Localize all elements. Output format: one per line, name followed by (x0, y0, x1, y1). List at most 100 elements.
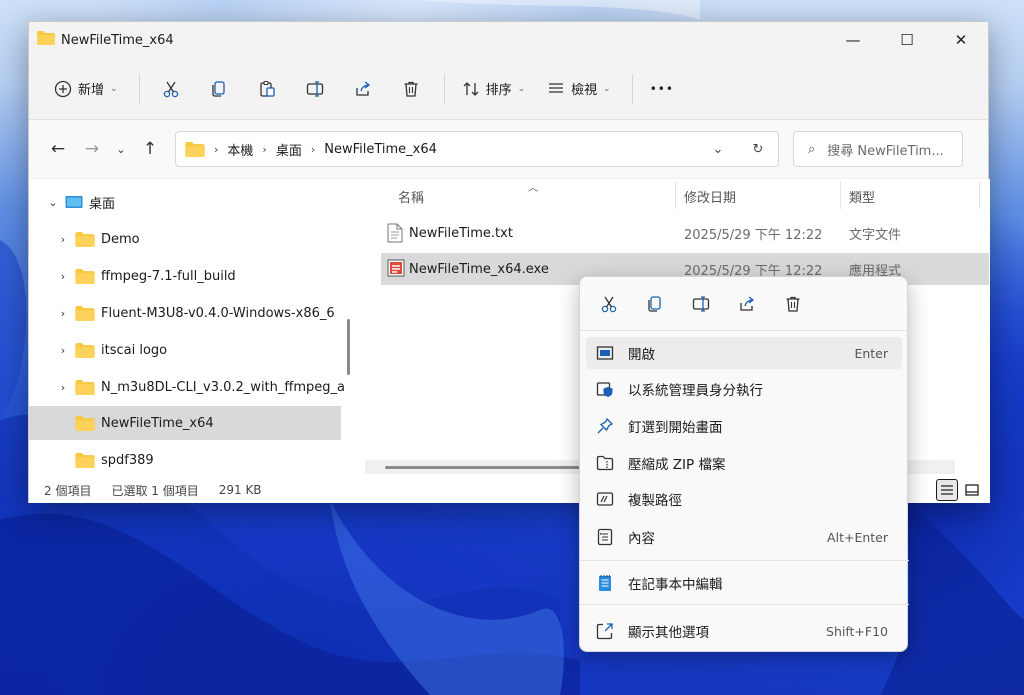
chevron-right-icon: › (60, 232, 66, 246)
menu-item-show-more-options[interactable]: 顯示其他選項 Shift+F10 (586, 615, 902, 647)
breadcrumb-this-pc[interactable]: 本機 (227, 140, 253, 159)
sort-ascending-icon: ︿ (528, 183, 538, 194)
folder-icon (75, 452, 95, 468)
column-label: 名稱 (398, 190, 425, 206)
chevron-down-icon: ⌄ (517, 83, 526, 94)
rename-button[interactable] (292, 72, 338, 106)
tree-item-folder[interactable]: › ffmpeg-7.1-full_build (51, 259, 345, 293)
forward-button[interactable]: → (75, 133, 109, 165)
item-count: 2 個項目 (44, 483, 92, 498)
share-button[interactable] (340, 72, 386, 106)
menu-item-compress-zip[interactable]: 壓縮成 ZIP 檔案 (586, 447, 902, 479)
copy-button[interactable] (196, 72, 242, 106)
chevron-right-icon: › (60, 269, 66, 283)
tree-item-label: ffmpeg-7.1-full_build (101, 268, 236, 284)
column-divider[interactable] (675, 181, 676, 209)
search-icon: ⌕ (808, 141, 816, 157)
title-bar[interactable]: NewFileTime_x64 — ☐ ✕ (29, 22, 988, 58)
view-label: 檢視 (571, 83, 598, 98)
menu-item-label: 複製路徑 (628, 493, 682, 509)
maximize-icon: ☐ (900, 31, 914, 49)
address-history-dropdown[interactable]: ⌄ (698, 142, 738, 157)
tree-item-folder-selected[interactable]: NewFileTime_x64 (29, 406, 341, 440)
navigation-scrollbar[interactable] (347, 319, 350, 375)
sort-button[interactable]: 排序 ⌄ (453, 72, 535, 106)
share-icon (355, 80, 370, 96)
arrow-up-icon: ↑ (142, 139, 158, 159)
minimize-icon: — (845, 31, 861, 49)
menu-item-run-as-admin[interactable]: 以系統管理員身分執行 (586, 373, 902, 405)
chevron-right-icon: › (214, 142, 219, 156)
column-divider[interactable] (979, 181, 980, 209)
tree-item-label: Fluent-M3U8-v0.4.0-Windows-x86_6 (101, 305, 335, 321)
rename-icon (692, 296, 710, 312)
new-button[interactable]: 新增 ⌄ (45, 72, 127, 106)
menu-item-label: 壓縮成 ZIP 檔案 (628, 457, 726, 473)
menu-item-label: 開啟 (628, 347, 655, 363)
column-header-date[interactable]: 修改日期 (684, 179, 736, 213)
breadcrumb-desktop[interactable]: 桌面 (276, 140, 302, 159)
menu-item-edit-in-notepad[interactable]: 在記事本中編輯 (586, 567, 902, 599)
menu-item-open[interactable]: 開啟 Enter (586, 337, 902, 369)
cut-button[interactable] (148, 72, 194, 106)
admin-shield-icon (596, 382, 613, 397)
context-menu: 開啟 Enter 以系統管理員身分執行 釘選到開始畫面 壓縮成 ZIP 檔案 複… (579, 276, 909, 652)
tree-item-desktop[interactable]: ⌄ 桌面 (41, 185, 345, 219)
delete-button[interactable] (770, 285, 816, 323)
navigation-pane[interactable]: ⌄ 桌面 › Demo › ffmpeg-7.1-full_build › Fl… (29, 179, 345, 477)
desktop-icon (65, 196, 83, 208)
up-button[interactable]: ↑ (133, 133, 167, 165)
menu-item-label: 在記事本中編輯 (628, 577, 723, 593)
paste-button[interactable] (244, 72, 290, 106)
view-list-icon (549, 82, 564, 93)
maximize-button[interactable]: ☐ (880, 22, 934, 58)
address-bar[interactable]: › 本機 › 桌面 › NewFileTime_x64 ⌄ ↻ (175, 131, 779, 167)
minimize-button[interactable]: — (826, 22, 880, 58)
share-button[interactable] (724, 285, 770, 323)
address-row: ← → ⌄ ↑ › 本機 › 桌面 › NewFileTime_x64 ⌄ ↻ … (29, 120, 988, 178)
rename-button[interactable] (678, 285, 724, 323)
column-divider[interactable] (840, 181, 841, 209)
menu-item-copy-path[interactable]: 複製路徑 (586, 483, 902, 515)
file-name: NewFileTime_x64.exe (409, 261, 549, 277)
close-button[interactable]: ✕ (934, 22, 988, 58)
zip-icon (596, 455, 614, 471)
cut-icon (163, 81, 178, 97)
menu-item-pin-to-start[interactable]: 釘選到開始畫面 (586, 410, 902, 442)
back-button[interactable]: ← (41, 133, 75, 165)
column-header-name[interactable]: 名稱 (398, 179, 424, 213)
breadcrumb-current-folder[interactable]: NewFileTime_x64 (324, 142, 437, 157)
search-input[interactable]: ⌕ 搜尋 NewFileTim... (793, 131, 963, 167)
chevron-down-icon: ⌄ (603, 83, 611, 94)
copy-button[interactable] (632, 285, 678, 323)
tree-item-folder[interactable]: › Fluent-M3U8-v0.4.0-Windows-x86_6 (51, 296, 345, 330)
tree-item-folder[interactable]: spdf389 (75, 443, 345, 477)
menu-item-shortcut: Enter (854, 345, 888, 361)
cut-button[interactable] (586, 285, 632, 323)
delete-button[interactable] (388, 72, 434, 106)
file-type: 文字文件 (849, 227, 902, 243)
horizontal-scrollbar[interactable] (385, 466, 597, 469)
tree-item-folder[interactable]: › N_m3u8DL-CLI_v3.0.2_with_ffmpeg_a (51, 370, 345, 404)
tree-item-folder[interactable]: › Demo (51, 222, 345, 256)
delete-icon (404, 81, 418, 97)
selection-count: 已選取 1 個項目 (111, 483, 199, 498)
refresh-icon[interactable]: ↻ (738, 142, 778, 157)
details-view-button[interactable] (936, 479, 958, 501)
table-row[interactable]: NewFileTime.txt 2025/5/29 下午 12:22 文字文件 (381, 217, 989, 249)
menu-item-shortcut: Alt+Enter (827, 529, 888, 545)
sort-label: 排序 (485, 83, 512, 98)
folder-icon (75, 415, 95, 431)
large-icons-view-button[interactable] (961, 479, 983, 501)
menu-item-properties[interactable]: 內容 Alt+Enter (586, 521, 902, 553)
column-header-type[interactable]: 類型 (849, 179, 875, 213)
menu-item-label: 內容 (628, 531, 655, 547)
folder-icon (75, 342, 95, 358)
recent-locations-button[interactable]: ⌄ (109, 133, 133, 165)
view-button[interactable]: 檢視 ⌄ (538, 72, 620, 106)
sort-icon (463, 81, 479, 96)
selection-size: 291 KB (218, 483, 262, 497)
column-label: 修改日期 (684, 190, 737, 206)
more-options-button[interactable]: ••• (641, 72, 683, 106)
tree-item-folder[interactable]: › itscai logo (51, 333, 345, 367)
